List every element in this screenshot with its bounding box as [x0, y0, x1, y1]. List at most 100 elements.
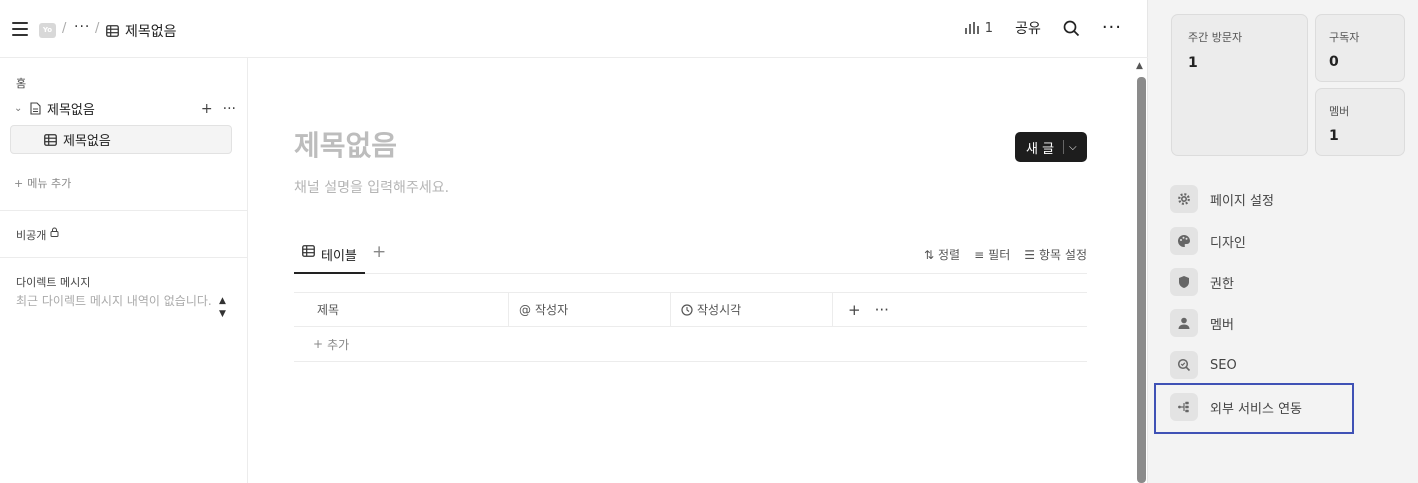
breadcrumb-current-page[interactable]: 제목없음 — [106, 21, 177, 41]
plus-icon: + — [14, 176, 24, 190]
dm-section-title: 다이렉트 메시지 — [16, 276, 91, 289]
column-header-author[interactable]: @ 작성자 — [509, 293, 671, 326]
menu-item-design[interactable]: 디자인 — [1170, 226, 1370, 256]
sidebar-subitem-label: 제목없음 — [63, 134, 111, 149]
add-subpage-button[interactable]: + — [201, 101, 213, 117]
share-button[interactable]: 공유 — [1015, 18, 1041, 38]
breadcrumb-page-title: 제목없음 — [125, 24, 177, 40]
menu-item-label: 멤버 — [1210, 317, 1234, 333]
field-settings-label: 항목 설정 — [1039, 248, 1087, 262]
sort-icon: ⇅ — [923, 247, 934, 262]
list-icon: ☰ — [1024, 247, 1036, 262]
sidebar-scroll-arrows[interactable]: ▲ ▼ — [219, 295, 226, 321]
page-more-button[interactable]: ··· — [223, 101, 236, 117]
private-label: 비공개 — [16, 229, 47, 242]
menu-item-permissions[interactable]: 권한 — [1170, 267, 1370, 297]
menu-item-label: 권한 — [1210, 276, 1234, 292]
document-icon — [30, 102, 41, 115]
at-icon: @ — [519, 302, 531, 317]
shield-icon — [1170, 268, 1198, 296]
sidebar-item-label: 제목없음 — [47, 103, 95, 118]
weekly-visitors-card: 주간 방문자 1 — [1171, 14, 1308, 156]
gear-icon — [1170, 185, 1198, 213]
chevron-down-icon[interactable]: ⌄ — [14, 103, 26, 114]
menu-item-page-settings[interactable]: 페이지 설정 — [1170, 184, 1370, 214]
sidebar: 홈 ⌄ 제목없음 + ··· 제목없음 + 메뉴 추가 비공개 다이렉트 메시지… — [0, 58, 248, 483]
menu-item-label: SEO — [1210, 357, 1237, 373]
topbar-actions: 1 공유 ··· — [964, 18, 1122, 38]
column-label: 작성자 — [535, 303, 569, 317]
new-post-button[interactable]: 새 글 ⌵ — [1015, 132, 1087, 162]
column-header-title[interactable]: 제목 — [294, 293, 509, 326]
subscribers-card: 구독자 0 — [1315, 14, 1405, 82]
menu-item-label: 디자인 — [1210, 235, 1246, 251]
sort-button[interactable]: ⇅ 정렬 — [924, 246, 960, 263]
dm-empty-message: 최근 다이렉트 메시지 내역이 없습니다. — [16, 294, 212, 308]
channel-description[interactable]: 채널 설명을 입력해주세요. — [294, 177, 449, 197]
data-table: 제목 @ 작성자 작성시각 + ··· + 추가 — [294, 292, 1087, 362]
selection-highlight — [1154, 383, 1354, 434]
workspace-logo[interactable]: Yo — [39, 23, 56, 38]
add-menu-button[interactable]: + 메뉴 추가 — [14, 175, 71, 191]
filter-button[interactable]: ≡ 필터 — [974, 246, 1010, 263]
add-row-label: 추가 — [327, 337, 350, 352]
scroll-thumb[interactable] — [1137, 77, 1146, 483]
menu-item-members[interactable]: 멤버 — [1170, 308, 1370, 338]
breadcrumb-separator: / — [62, 21, 67, 36]
stat-label: 구독자 — [1329, 31, 1360, 44]
new-post-label: 새 글 — [1026, 141, 1055, 157]
search-icon[interactable] — [1063, 20, 1080, 37]
members-card: 멤버 1 — [1315, 88, 1405, 156]
table-icon — [302, 245, 315, 257]
editor-window: Yo / ··· / 제목없음 1 공유 ··· 홈 ⌄ 제목없음 + ··· — [0, 0, 1148, 483]
stat-label: 멤버 — [1329, 105, 1350, 118]
sidebar-home[interactable]: 홈 — [16, 75, 26, 91]
view-tools: ⇅ 정렬 ≡ 필터 ☰ 항목 설정 — [924, 246, 1087, 263]
menu-item-label: 페이지 설정 — [1210, 193, 1274, 209]
table-icon — [106, 25, 119, 37]
view-tabs: 테이블 + ⇅ 정렬 ≡ 필터 ☰ 항목 설정 — [294, 242, 1087, 274]
stat-value: 1 — [1188, 55, 1198, 71]
scroll-up-arrow[interactable]: ▲ — [1136, 61, 1143, 71]
breadcrumb-separator: / — [95, 21, 100, 36]
tab-table[interactable]: 테이블 — [294, 243, 365, 274]
chevron-down-icon[interactable]: ⌵ — [1064, 142, 1077, 153]
table-more-button[interactable]: ··· — [875, 301, 889, 319]
lock-icon — [50, 227, 59, 237]
seo-icon — [1170, 351, 1198, 379]
sidebar-item-page[interactable]: ⌄ 제목없음 + ··· — [14, 99, 236, 119]
column-label: 제목 — [317, 303, 340, 317]
stat-value: 0 — [1329, 54, 1339, 70]
sort-label: 정렬 — [938, 248, 961, 262]
private-section-header[interactable]: 비공개 — [16, 227, 59, 243]
menu-item-seo[interactable]: SEO — [1170, 350, 1370, 380]
page-title[interactable]: 제목없음 — [294, 124, 397, 164]
top-bar: Yo / ··· / 제목없음 1 공유 ··· — [0, 0, 1148, 58]
table-icon — [44, 133, 57, 146]
sidebar-divider — [0, 257, 247, 258]
add-view-button[interactable]: + — [372, 242, 386, 262]
main-scrollbar[interactable]: ▲ — [1136, 59, 1146, 483]
filter-icon: ≡ — [974, 247, 985, 262]
sidebar-divider — [0, 210, 247, 211]
column-label: 작성시각 — [697, 303, 742, 317]
bar-chart-icon — [964, 22, 979, 34]
palette-icon — [1170, 227, 1198, 255]
more-button[interactable]: ··· — [1102, 19, 1122, 37]
add-column-button[interactable]: + — [848, 301, 861, 319]
table-header: 제목 @ 작성자 작성시각 + ··· — [294, 292, 1087, 327]
menu-icon[interactable] — [12, 22, 28, 36]
stat-value: 1 — [1329, 128, 1339, 144]
plus-icon: + — [313, 337, 324, 351]
views-count: 1 — [984, 20, 994, 36]
field-settings-button[interactable]: ☰ 항목 설정 — [1024, 246, 1087, 263]
add-row-button[interactable]: + 추가 — [294, 327, 1087, 362]
breadcrumb-more[interactable]: ··· — [74, 19, 90, 35]
column-header-created-at[interactable]: 작성시각 — [671, 293, 833, 326]
clock-icon — [681, 303, 693, 316]
main-content: 제목없음 채널 설명을 입력해주세요. 새 글 ⌵ 테이블 + ⇅ 정렬 ≡ 필터 … — [249, 59, 1133, 483]
person-icon — [1170, 309, 1198, 337]
add-menu-label: 메뉴 추가 — [27, 177, 72, 190]
views-button[interactable]: 1 — [964, 20, 994, 36]
sidebar-item-subpage[interactable]: 제목없음 — [10, 125, 232, 154]
